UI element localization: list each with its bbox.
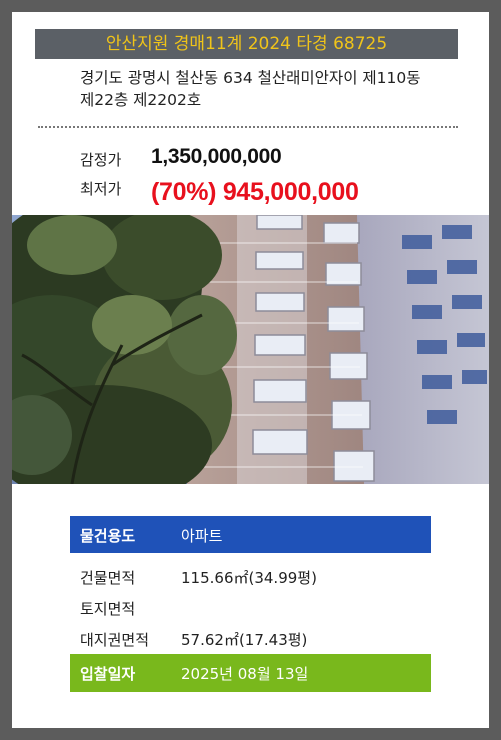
- appraisal-price-label: 감정가: [80, 151, 122, 169]
- building-area-row: 건물면적 115.66㎡(34.99평): [70, 561, 431, 592]
- land-right-area-label: 대지권면적: [80, 631, 150, 649]
- building-area-value: 115.66㎡(34.99평): [181, 569, 317, 587]
- land-right-area-row: 대지권면적 57.62㎡(17.43평): [70, 623, 431, 654]
- property-info-table: 물건용도 아파트 건물면적 115.66㎡(34.99평) 토지면적 대지권면적…: [70, 516, 431, 692]
- property-photo: [12, 215, 489, 484]
- appraisal-price-value: 1,350,000,000: [151, 145, 282, 168]
- usage-row: 물건용도 아파트: [70, 516, 431, 553]
- bid-date-value: 2025년 08월 13일: [181, 665, 309, 683]
- address-line-1: 경기도 광명시 철산동 634 철산래미안자이 제110동: [80, 69, 421, 87]
- usage-label: 물건용도: [80, 527, 136, 545]
- building-area-label: 건물면적: [80, 569, 136, 587]
- apartment-building-image: [12, 215, 489, 484]
- dotted-divider: [38, 126, 458, 128]
- court-case-header: 안산지원 경매11계 2024 타경 68725: [35, 29, 458, 59]
- land-right-area-value: 57.62㎡(17.43평): [181, 631, 308, 649]
- property-address: 경기도 광명시 철산동 634 철산래미안자이 제110동 제22층 제2202…: [80, 67, 480, 111]
- land-area-label: 토지면적: [80, 600, 136, 618]
- auction-card: 안산지원 경매11계 2024 타경 68725 경기도 광명시 철산동 634…: [12, 12, 489, 728]
- usage-value: 아파트: [181, 527, 223, 545]
- bid-date-row: 입찰일자 2025년 08월 13일: [70, 654, 431, 692]
- land-area-row: 토지면적: [70, 592, 431, 623]
- address-line-2: 제22층 제2202호: [80, 91, 202, 109]
- bid-date-label: 입찰일자: [80, 665, 136, 683]
- minimum-price-value: (70%) 945,000,000: [151, 178, 359, 206]
- minimum-price-label: 최저가: [80, 180, 122, 198]
